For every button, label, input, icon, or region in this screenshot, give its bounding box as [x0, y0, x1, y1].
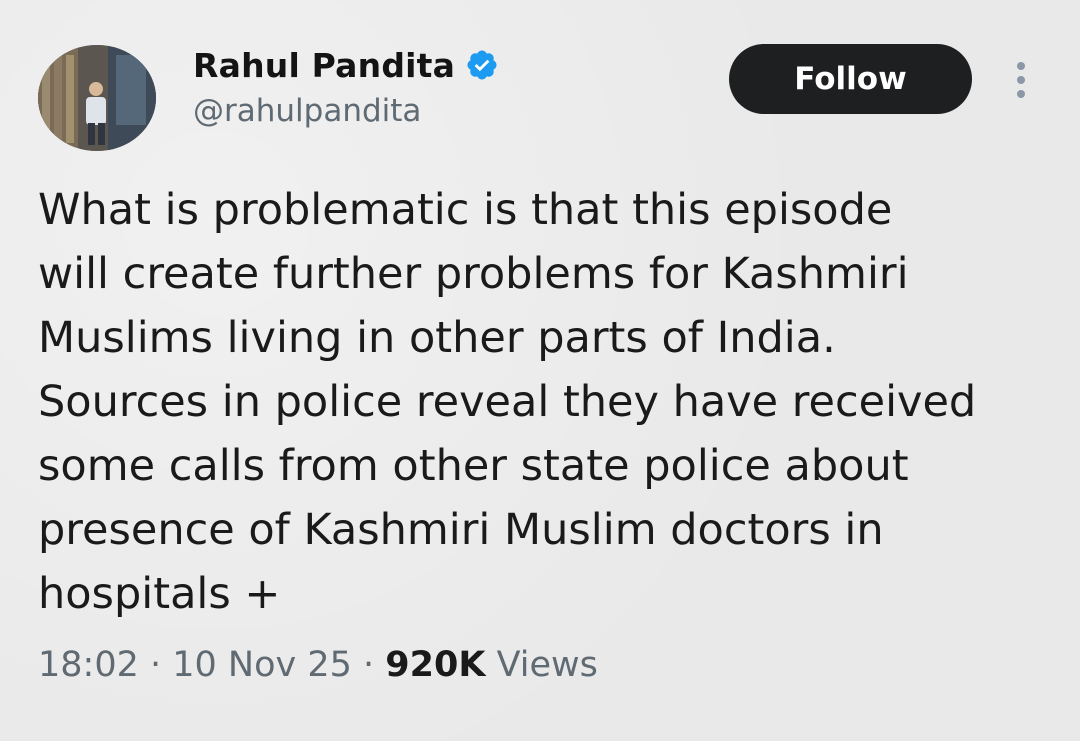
tweet-card: Rahul Pandita @rahulpandita Follow What … — [0, 0, 1080, 741]
tweet-text-line: What is problematic is that this episode — [38, 185, 893, 235]
meta-separator: · — [351, 645, 386, 685]
tweet-text-line: Sources in police reveal they have recei… — [38, 377, 977, 427]
tweet-text-line: hospitals + — [38, 569, 281, 619]
author-name-row: Rahul Pandita — [193, 42, 499, 88]
follow-button[interactable]: Follow — [729, 44, 972, 114]
tweet-text: What is problematic is that this episode… — [38, 178, 1048, 626]
tweet-text-line: presence of Kashmiri Muslim doctors in — [38, 505, 884, 555]
author-display-name[interactable]: Rahul Pandita — [193, 46, 455, 85]
tweet-date[interactable]: 10 Nov 25 — [172, 645, 352, 685]
tweet-meta-row: 18:02 · 10 Nov 25 · 920K Views — [38, 645, 598, 685]
tweet-time[interactable]: 18:02 — [38, 645, 139, 685]
more-options-icon[interactable] — [1010, 60, 1032, 100]
meta-separator: · — [138, 645, 173, 685]
views-label: Views — [496, 645, 598, 685]
views-count[interactable]: 920K — [385, 645, 485, 685]
user-avatar-photo-icon — [38, 45, 156, 151]
tweet-text-line: some calls from other state police about — [38, 441, 909, 491]
verified-badge-icon[interactable] — [465, 48, 499, 82]
author-handle[interactable]: @rahulpandita — [193, 93, 421, 129]
tweet-text-line: will create further problems for Kashmir… — [38, 249, 909, 299]
tweet-text-line: Muslims living in other parts of India. — [38, 313, 836, 363]
avatar[interactable] — [38, 45, 156, 151]
